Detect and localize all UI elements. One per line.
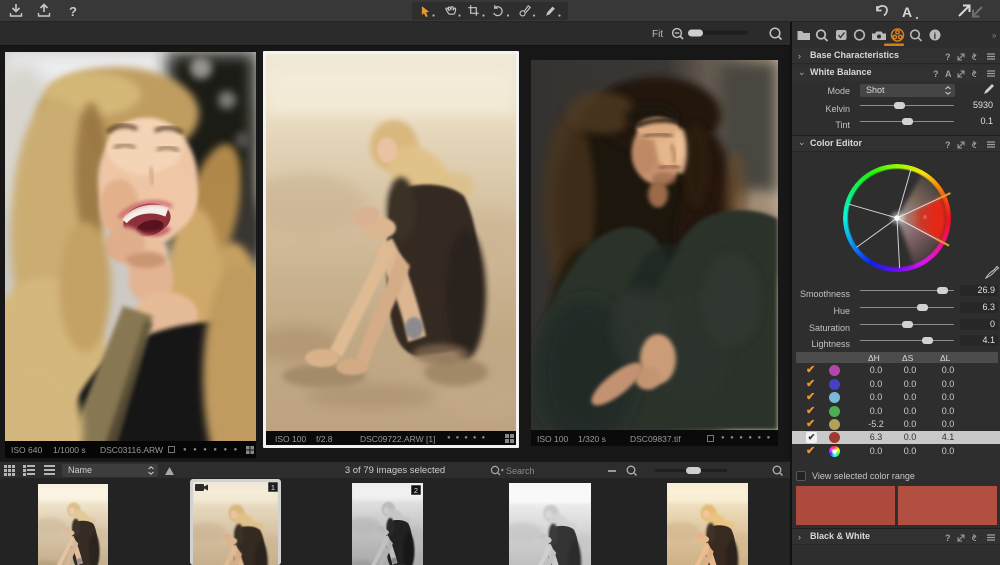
svg-text:A: A [902,4,912,20]
svg-text:?: ? [945,140,951,150]
svg-text:?: ? [933,69,939,79]
svg-text:A: A [945,69,952,79]
svg-text:?: ? [69,4,77,19]
svg-text:i: i [934,31,937,41]
svg-text:?: ? [945,533,951,543]
svg-text:»: » [992,31,997,40]
svg-text:?: ? [945,52,951,62]
